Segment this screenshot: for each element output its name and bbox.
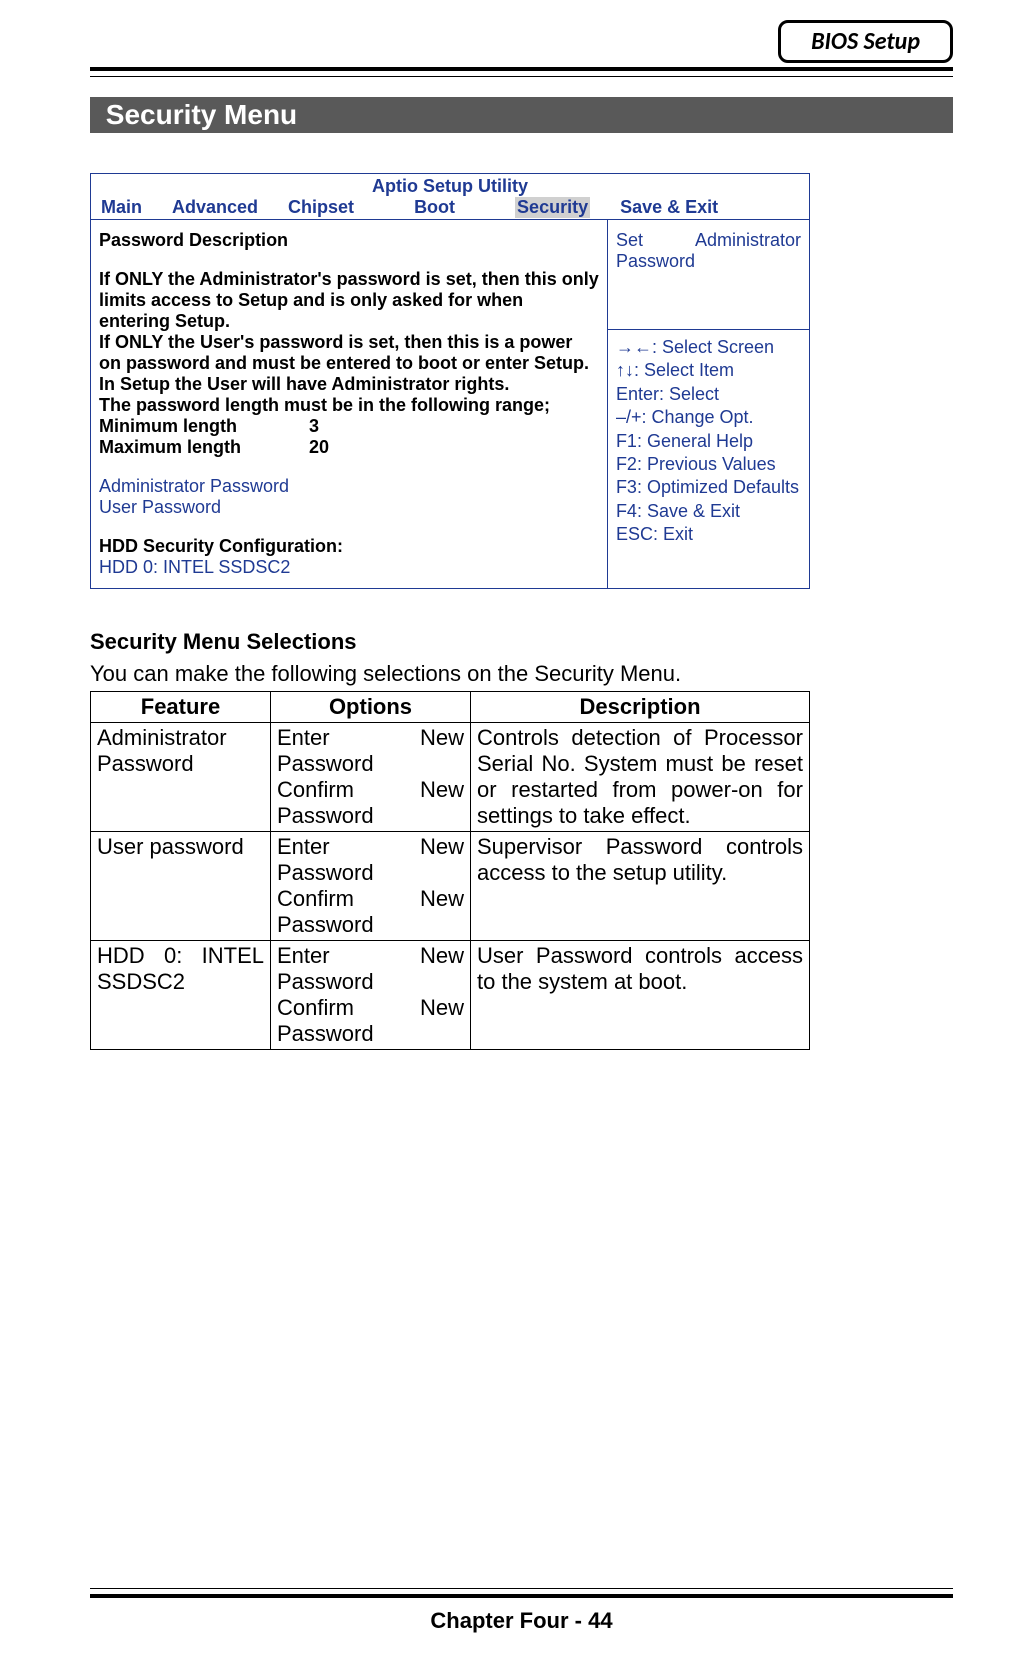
table-row: User password Enter New Password Confirm… xyxy=(91,832,810,941)
opt-word: Password xyxy=(277,912,464,938)
help-top-word-set: Set xyxy=(616,230,643,250)
footer-text: Chapter Four - 44 xyxy=(90,1608,953,1634)
footer-rule xyxy=(90,1588,953,1598)
col-options: Options xyxy=(271,692,471,723)
help-change-opt: –/+: Change Opt. xyxy=(616,406,801,429)
help-top-word-password: Password xyxy=(616,251,695,271)
tab-main[interactable]: Main xyxy=(101,197,142,218)
opt-word: Confirm xyxy=(277,777,354,802)
col-description: Description xyxy=(471,692,810,723)
hdd-item[interactable]: HDD 0: INTEL SSDSC2 xyxy=(99,557,599,578)
description-cell: User Password controls access to the sys… xyxy=(471,941,810,1050)
help-select-screen: →←: Select Screen xyxy=(616,336,801,359)
tab-chipset[interactable]: Chipset xyxy=(288,197,354,218)
col-feature: Feature xyxy=(91,692,271,723)
header-rule xyxy=(90,67,953,77)
min-length-label: Minimum length xyxy=(99,416,309,437)
options-cell: Enter New Password Confirm New Password xyxy=(271,723,471,832)
opt-word: New xyxy=(420,777,464,802)
description-cell: Supervisor Password controls access to t… xyxy=(471,832,810,941)
help-select-item: ↑↓: Select Item xyxy=(616,359,801,382)
opt-word: Confirm xyxy=(277,995,354,1020)
opt-word: Password xyxy=(277,1021,464,1047)
opt-word: Enter xyxy=(277,943,330,968)
opt-word: New xyxy=(420,725,464,750)
password-description-p2: If ONLY the User's password is set, then… xyxy=(99,332,599,395)
opt-word: Password xyxy=(277,803,464,829)
help-f1: F1: General Help xyxy=(616,430,801,453)
description-text: Supervisor Password controls access to t… xyxy=(477,834,803,886)
administrator-password-item[interactable]: Administrator Password xyxy=(99,476,599,497)
help-f3: F3: Optimized Defaults xyxy=(616,476,801,499)
help-f4: F4: Save & Exit xyxy=(616,500,801,523)
table-row: HDD 0: INTEL SSDSC2 Enter New Password C… xyxy=(91,941,810,1050)
bios-right-pane: Set Password Administrator →←: Select Sc… xyxy=(608,220,809,588)
description-text: Controls detection of Processor Serial N… xyxy=(477,725,803,829)
tab-save-exit[interactable]: Save & Exit xyxy=(620,197,718,218)
opt-word: Confirm xyxy=(277,886,354,911)
min-length-row: Minimum length 3 xyxy=(99,416,599,437)
table-row: Administrator Password Enter New Passwor… xyxy=(91,723,810,832)
tab-advanced[interactable]: Advanced xyxy=(172,197,258,218)
description-cell: Controls detection of Processor Serial N… xyxy=(471,723,810,832)
user-password-item[interactable]: User Password xyxy=(99,497,599,518)
section-title-bar: Security Menu xyxy=(90,97,953,133)
description-text: User Password controls access to the sys… xyxy=(477,943,803,995)
opt-word: New xyxy=(420,834,464,859)
selections-heading: Security Menu Selections xyxy=(90,629,953,655)
opt-word: Password xyxy=(277,751,464,777)
section-title: Security Menu xyxy=(106,99,297,130)
password-description-heading: Password Description xyxy=(99,230,599,251)
bios-screen: Aptio Setup Utility Main Advanced Chipse… xyxy=(90,173,810,589)
header-chip: BIOS Setup xyxy=(778,20,953,63)
max-length-row: Maximum length 20 xyxy=(99,437,599,458)
opt-word: New xyxy=(420,943,464,968)
tab-boot[interactable]: Boot xyxy=(414,197,455,218)
opt-word: New xyxy=(420,886,464,911)
help-f2: F2: Previous Values xyxy=(616,453,801,476)
feature-cell: User password xyxy=(91,832,271,941)
feature-cell: HDD 0: INTEL SSDSC2 xyxy=(91,941,271,1050)
bios-left-pane: Password Description If ONLY the Adminis… xyxy=(91,220,608,588)
help-enter: Enter: Select xyxy=(616,383,801,406)
options-cell: Enter New Password Confirm New Password xyxy=(271,941,471,1050)
table-header-row: Feature Options Description xyxy=(91,692,810,723)
selections-table: Feature Options Description Administrato… xyxy=(90,691,810,1050)
help-esc: ESC: Exit xyxy=(616,523,801,546)
options-cell: Enter New Password Confirm New Password xyxy=(271,832,471,941)
bios-utility-title: Aptio Setup Utility xyxy=(91,174,809,197)
opt-word: Password xyxy=(277,860,464,886)
opt-word: Password xyxy=(277,969,464,995)
bios-help-top: Set Password Administrator xyxy=(608,220,809,330)
max-length-value: 20 xyxy=(309,437,329,458)
opt-word: New xyxy=(420,995,464,1020)
bios-help-keys: →←: Select Screen ↑↓: Select Item Enter:… xyxy=(608,330,809,557)
tab-security[interactable]: Security xyxy=(515,197,590,218)
password-range-line: The password length must be in the follo… xyxy=(99,395,599,416)
hdd-security-heading: HDD Security Configuration: xyxy=(99,536,599,557)
password-description-p1: If ONLY the Administrator's password is … xyxy=(99,269,599,332)
bios-tab-bar: Main Advanced Chipset Boot Security Save… xyxy=(91,197,809,220)
max-length-label: Maximum length xyxy=(99,437,309,458)
opt-word: Enter xyxy=(277,834,330,859)
help-top-word-administrator: Administrator xyxy=(695,230,801,251)
feature-cell: Administrator Password xyxy=(91,723,271,832)
opt-word: Enter xyxy=(277,725,330,750)
selections-intro: You can make the following selections on… xyxy=(90,661,953,687)
min-length-value: 3 xyxy=(309,416,319,437)
